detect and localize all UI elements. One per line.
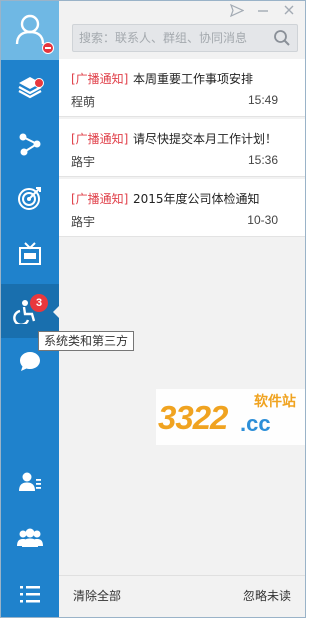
search-icon[interactable] — [273, 29, 291, 47]
watermark-logo: 3322 .cc 软件站 — [156, 389, 305, 445]
notification-time: 15:36 — [247, 153, 278, 167]
sidebar-item-menu[interactable] — [1, 567, 59, 617]
notification-sender: 程萌 — [71, 95, 96, 109]
footer-bar: 清除全部 忽略未读 — [59, 575, 305, 617]
notification-item[interactable]: [广播通知] 2015年度公司体检通知 路宇 10-30 — [59, 179, 305, 237]
notification-tag: [广播通知] — [71, 72, 129, 86]
notification-time: 15:49 — [247, 93, 278, 107]
sidebar-tooltip: 系统类和第三方 — [38, 331, 135, 351]
sidebar-item-share[interactable] — [1, 117, 59, 171]
clear-all-button[interactable]: 清除全部 — [73, 587, 121, 604]
sidebar-item-contacts[interactable] — [1, 455, 59, 509]
sidebar: 3 — [1, 1, 60, 617]
title-bar — [59, 1, 305, 23]
notification-time: 10-30 — [247, 213, 278, 227]
notification-sender: 路宇 — [71, 155, 96, 169]
notification-sender: 路宇 — [71, 215, 96, 229]
share-icon — [19, 133, 41, 156]
minimize-icon[interactable] — [254, 4, 272, 20]
unread-dot — [34, 78, 44, 88]
target-icon — [18, 187, 41, 210]
offline-status-icon — [42, 42, 54, 54]
sidebar-item-news[interactable] — [1, 227, 59, 281]
chat-bubble-icon — [20, 352, 40, 371]
notification-panel: [广播通知] 本周重要工作事项安排 程萌 15:49 [广播通知] 请尽快提交本… — [59, 1, 305, 617]
app-window: 3 系统类和第三方 搜索：联系人、群组、协同消息 [广播通知] 本周重要工作事项… — [0, 0, 306, 618]
menu-icon — [20, 586, 40, 603]
sidebar-item-system[interactable]: 3 — [1, 284, 60, 338]
notification-title: 本周重要工作事项安排 — [133, 72, 254, 86]
watermark-domain: .cc — [240, 411, 271, 436]
notification-tag: [广播通知] — [71, 192, 129, 206]
watermark-label: 软件站 — [254, 394, 296, 410]
search-input[interactable] — [73, 25, 263, 51]
watermark-number: 3322 — [158, 399, 228, 436]
notification-tag: [广播通知] — [71, 132, 129, 146]
close-icon[interactable] — [280, 4, 298, 20]
news-icon — [19, 242, 41, 265]
notification-list: [广播通知] 本周重要工作事项安排 程萌 15:49 [广播通知] 请尽快提交本… — [59, 59, 305, 239]
contact-list-icon — [19, 472, 41, 491]
send-icon[interactable] — [228, 3, 246, 20]
search-box[interactable] — [72, 24, 298, 52]
sidebar-item-target[interactable] — [1, 171, 59, 225]
group-icon — [17, 528, 43, 547]
notification-item[interactable]: [广播通知] 本周重要工作事项安排 程萌 15:49 — [59, 59, 305, 117]
notification-title: 请尽快提交本月工作计划！ — [133, 132, 278, 146]
sidebar-item-messages[interactable] — [1, 60, 59, 114]
notification-title: 2015年度公司体检通知 — [133, 192, 260, 206]
unread-count-badge: 3 — [30, 294, 48, 312]
avatar[interactable] — [1, 1, 59, 60]
user-avatar-icon — [15, 14, 45, 45]
notification-item[interactable]: [广播通知] 请尽快提交本月工作计划！ 路宇 15:36 — [59, 119, 305, 177]
ignore-unread-button[interactable]: 忽略未读 — [243, 587, 291, 604]
sidebar-item-groups[interactable] — [1, 511, 59, 565]
